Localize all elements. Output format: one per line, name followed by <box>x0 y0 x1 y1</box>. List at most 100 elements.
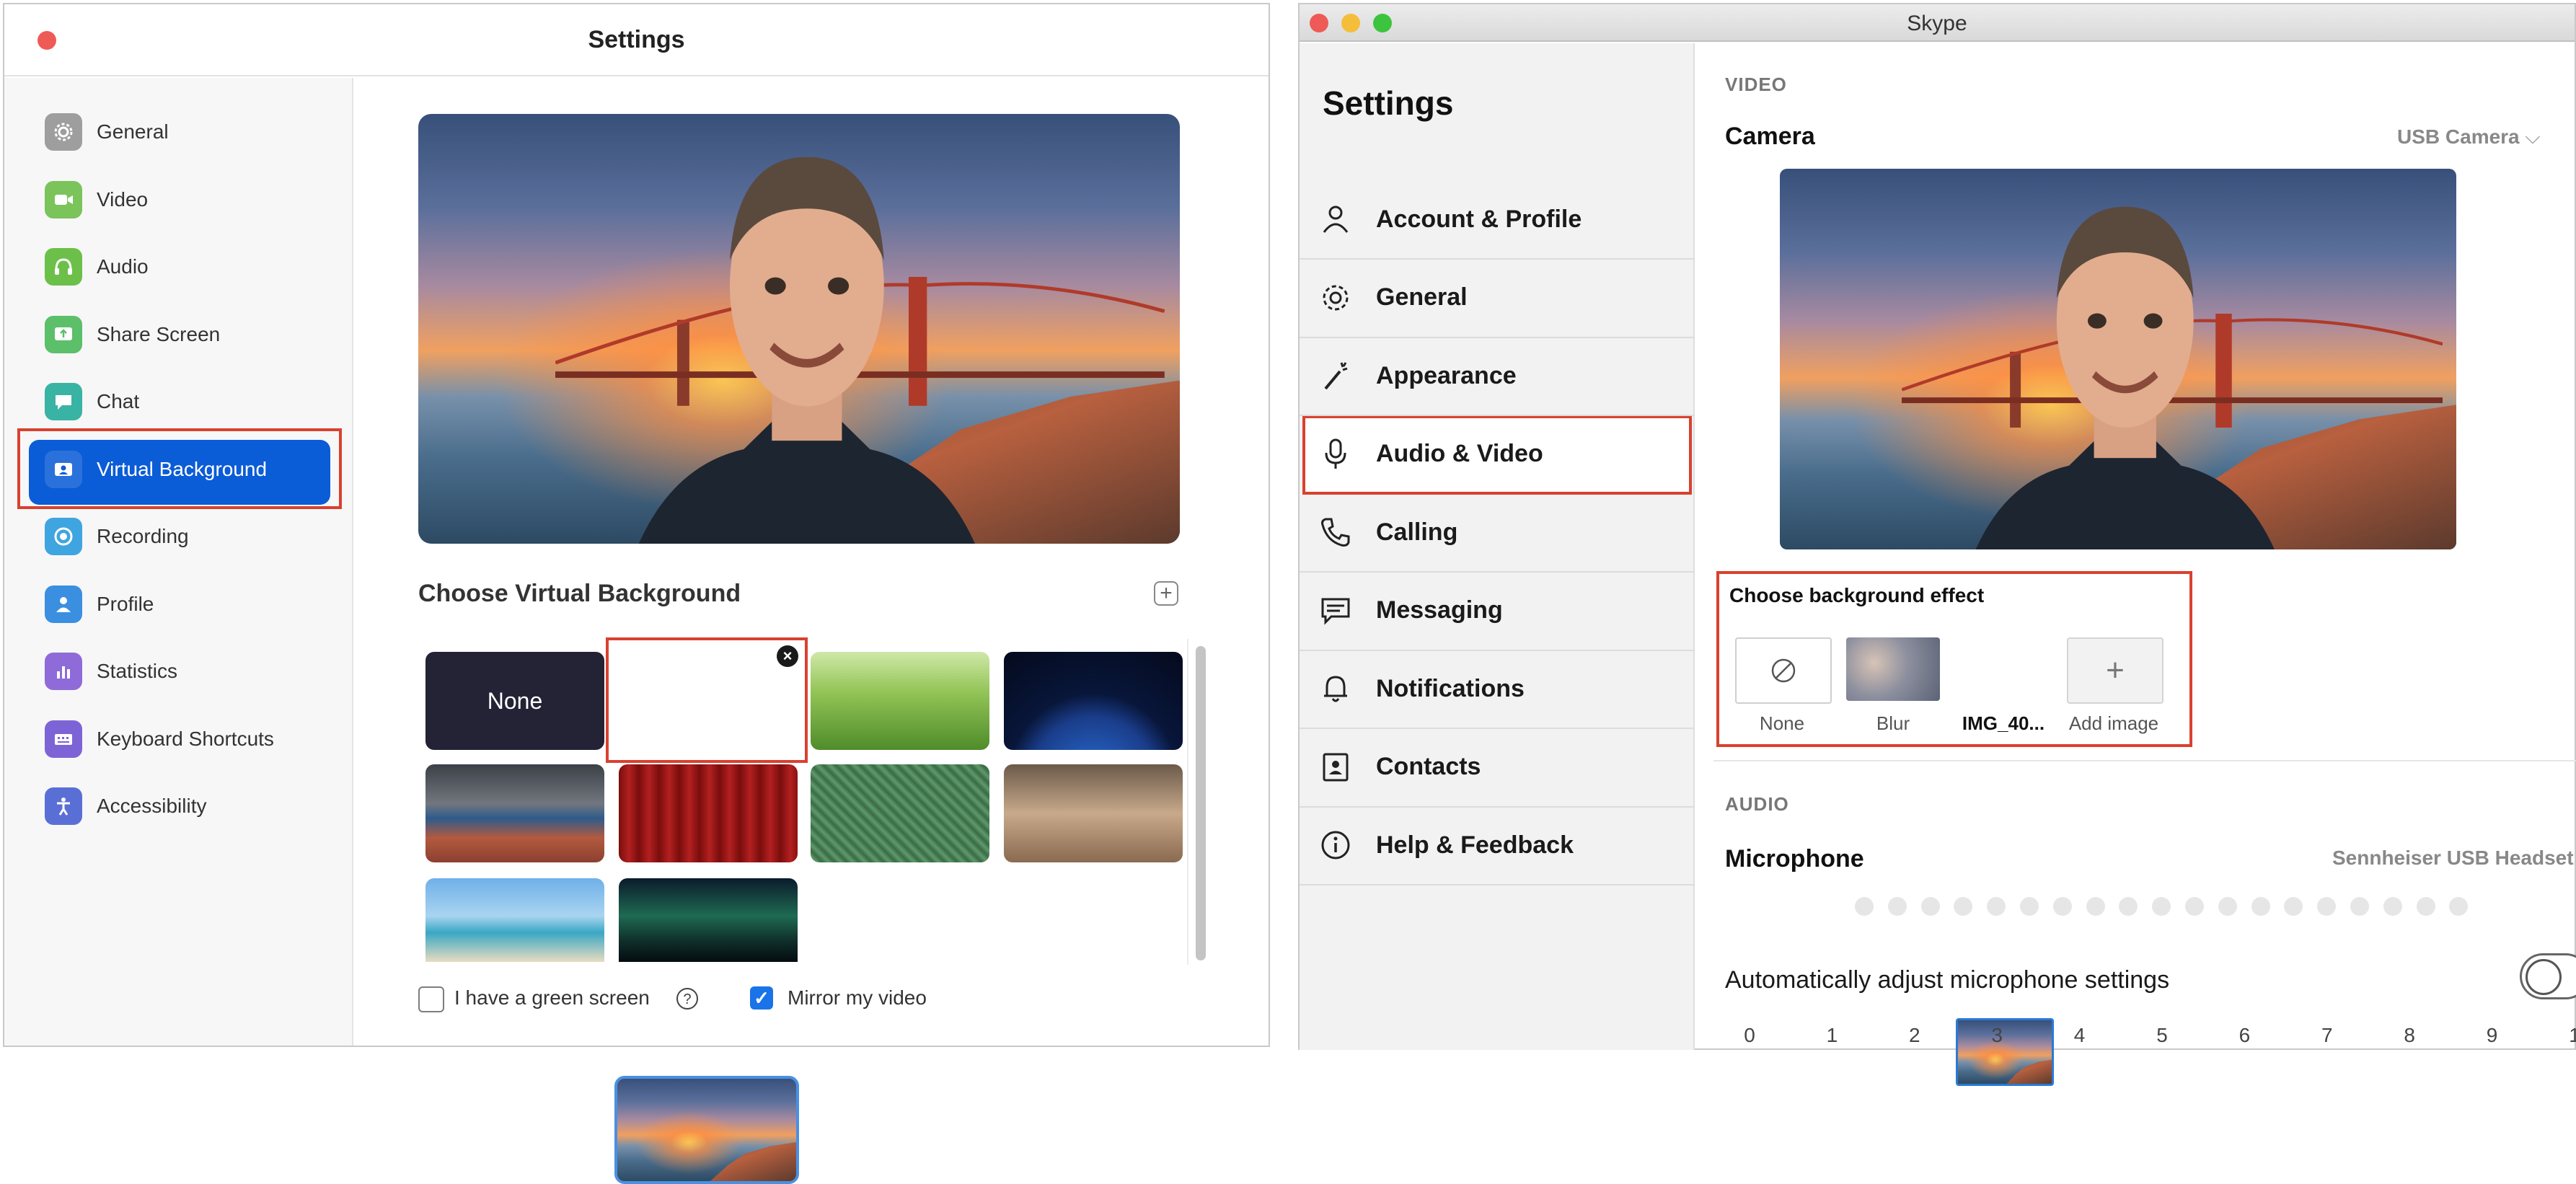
remove-background-icon[interactable]: × <box>777 645 798 667</box>
person-graphic <box>1975 206 2275 549</box>
scale-tick-label: 1 <box>2569 1024 2576 1046</box>
nav-item-contacts[interactable]: Contacts <box>1300 728 1695 808</box>
effect-blur[interactable] <box>1846 637 1940 701</box>
hillside-graphic <box>2006 1059 2052 1084</box>
microphone-label: Microphone <box>1725 845 1864 872</box>
contacts-icon <box>1314 746 1357 789</box>
sidebar-item-label: Share Screen <box>97 322 221 345</box>
background-earth[interactable] <box>1004 652 1183 750</box>
zoom-settings-window: Settings General Video Audio Share Screen Ch… <box>3 3 1270 1184</box>
sidebar-item-chat[interactable]: Chat <box>45 376 348 427</box>
audio-section-header: AUDIO <box>1725 793 1789 815</box>
scale-tick-label: 8 <box>2404 1024 2415 1046</box>
sidebar-item-recording[interactable]: Recording <box>45 511 348 562</box>
scrollbar[interactable] <box>1196 646 1206 960</box>
effect-custom-label: IMG_40... <box>1962 712 2045 734</box>
scale-tick-label: 9 <box>2486 1024 2498 1046</box>
sidebar-item-label: Accessibility <box>97 795 207 817</box>
nav-item-label: Messaging <box>1376 596 1503 624</box>
sidebar-item-general[interactable]: General <box>45 107 348 157</box>
background-beach[interactable] <box>425 878 604 962</box>
nav-item-help-feedback[interactable]: Help & Feedback <box>1300 806 1695 885</box>
level-dot <box>2218 897 2237 916</box>
add-background-button[interactable]: + <box>1154 581 1178 606</box>
level-dot <box>2185 897 2204 916</box>
background-stadium[interactable] <box>425 764 604 862</box>
nav-item-general[interactable]: General <box>1300 259 1695 338</box>
nav-item-label: Account & Profile <box>1376 205 1582 233</box>
sidebar-item-label: Recording <box>97 525 189 547</box>
sidebar-item-label: Video <box>97 187 149 211</box>
bar-chart-icon <box>45 653 82 690</box>
scale-tick-label: 4 <box>2073 1024 2086 1046</box>
level-dot <box>2020 897 2039 916</box>
level-dot <box>1887 897 1907 916</box>
toggle-knob <box>2526 959 2562 995</box>
camera-select[interactable]: USB Camera ⌵ <box>2397 125 2541 149</box>
add-image-button[interactable]: + <box>2067 637 2163 704</box>
zoom-titlebar: Settings <box>4 4 1269 76</box>
scale-tick-label: 6 <box>2238 1024 2251 1046</box>
nav-item-calling[interactable]: Calling <box>1300 493 1695 573</box>
virtual-background-icon <box>45 450 82 488</box>
effect-none[interactable] <box>1735 637 1832 704</box>
sidebar-item-share-screen[interactable]: Share Screen <box>45 309 348 360</box>
background-grass[interactable] <box>811 652 989 750</box>
scale-tick-label: 3 <box>1991 1024 2003 1046</box>
scale-tick-label: 7 <box>2321 1024 2333 1046</box>
background-none[interactable]: None <box>425 652 604 750</box>
nav-item-label: Calling <box>1376 518 1458 546</box>
camera-select-value: USB Camera <box>2397 125 2520 148</box>
message-icon <box>1314 589 1357 632</box>
green-screen-checkbox[interactable] <box>418 986 444 1012</box>
nav-item-messaging[interactable]: Messaging <box>1300 572 1695 651</box>
sidebar-item-label: Profile <box>97 592 154 615</box>
level-dot <box>1855 897 1874 916</box>
green-screen-label: I have a green screen <box>454 986 650 1009</box>
background-circuit[interactable] <box>811 764 989 862</box>
mirror-video-checkbox[interactable]: ✓ <box>750 986 773 1010</box>
scale-tick-label: 0 <box>1744 1024 1755 1046</box>
level-dot <box>1954 897 1973 916</box>
sidebar-item-profile[interactable]: Profile <box>45 579 348 629</box>
share-screen-icon <box>45 315 82 353</box>
sidebar-item-label: Virtual Background <box>97 457 268 480</box>
background-golden-gate[interactable] <box>614 1076 799 1184</box>
skype-titlebar: Skype <box>1300 4 2575 42</box>
nav-item-appearance[interactable]: Appearance <box>1300 337 1695 416</box>
choose-background-label: Choose Virtual Background <box>418 580 741 607</box>
magic-wand-icon <box>1314 354 1357 397</box>
sidebar-item-keyboard-shortcuts[interactable]: Keyboard Shortcuts <box>45 714 348 764</box>
sidebar-item-accessibility[interactable]: Accessibility <box>45 781 348 831</box>
level-dot <box>2251 897 2270 916</box>
sidebar-item-label: Statistics <box>97 660 178 682</box>
sidebar-item-virtual-background[interactable]: Virtual Background <box>45 444 348 495</box>
section-divider <box>1713 760 2576 761</box>
video-camera-icon <box>45 180 82 218</box>
nav-item-account-profile[interactable]: Account & Profile <box>1300 180 1695 260</box>
level-dot <box>2119 897 2138 916</box>
microphone-select[interactable]: Sennheiser USB Headset <box>2332 847 2574 870</box>
background-aurora[interactable] <box>619 878 798 962</box>
background-lobby[interactable] <box>1004 764 1183 862</box>
nav-item-audio-video[interactable]: Audio & Video <box>1300 415 1695 493</box>
sidebar-item-video[interactable]: Video <box>45 174 348 225</box>
keyboard-icon <box>45 720 82 758</box>
level-dot <box>2416 897 2435 916</box>
gear-outline-icon <box>1314 276 1357 319</box>
scale-tick-label: 2 <box>1909 1024 1920 1046</box>
add-image-label: Add image <box>2068 712 2159 734</box>
background-effect-title: Choose background effect <box>1729 584 1985 606</box>
sidebar-item-audio[interactable]: Audio <box>45 242 348 292</box>
sidebar-item-statistics[interactable]: Statistics <box>45 646 348 697</box>
background-red-curtain[interactable] <box>619 764 798 862</box>
nav-item-label: Audio & Video <box>1376 440 1543 467</box>
camera-label: Camera <box>1725 123 1815 150</box>
nav-item-notifications[interactable]: Notifications <box>1300 650 1695 729</box>
window-title: Settings <box>588 26 685 53</box>
help-icon[interactable]: ? <box>676 988 698 1010</box>
person-icon <box>45 585 82 623</box>
nav-item-label: General <box>1376 283 1468 311</box>
sidebar-item-label: Chat <box>97 390 140 412</box>
phone-icon <box>1314 511 1357 554</box>
